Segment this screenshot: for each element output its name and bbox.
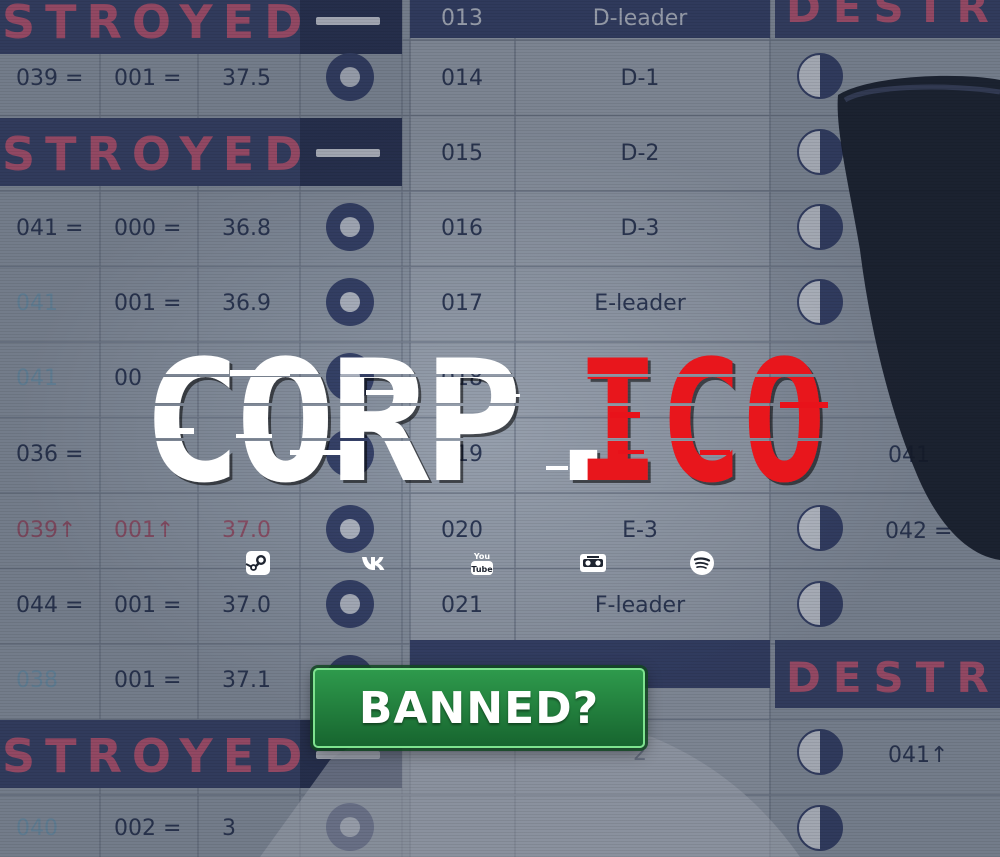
left-cell: 036 =: [16, 442, 83, 467]
mid-cell: E-3: [622, 518, 658, 543]
left-cell: 37.0: [222, 593, 271, 618]
banner-cap: [300, 0, 402, 54]
banner-text: DESTR: [786, 653, 1000, 702]
ring-hole: [340, 594, 360, 614]
steam-link[interactable]: [241, 546, 275, 580]
left-cell: 001 =: [114, 66, 181, 91]
left-cell: 041 =: [16, 216, 83, 241]
mid-cell: D-leader: [593, 6, 689, 31]
left-cell: 37.0: [222, 518, 271, 543]
ring-hole: [340, 67, 360, 87]
mid-cell: 015: [441, 141, 483, 166]
spotify-icon: [690, 551, 714, 575]
mid-cell: D-1: [621, 66, 660, 91]
left-cell: 00: [114, 366, 142, 391]
mid-cell: D-2: [621, 141, 660, 166]
ring-hole: [340, 292, 360, 312]
mid-cell: 020: [441, 518, 483, 543]
banner-text: STROYED: [2, 0, 312, 49]
left-cell: 044 =: [16, 593, 83, 618]
svg-text:You: You: [473, 552, 491, 561]
svg-text:Tube: Tube: [471, 565, 493, 574]
ring-hole: [340, 217, 360, 237]
banner-dash: [316, 149, 380, 157]
right-cell: 041↑: [888, 743, 948, 768]
right-cell: 042 =: [885, 519, 952, 544]
left-cell: 041: [16, 366, 58, 391]
youtube-icon: You Tube: [471, 552, 493, 575]
left-cell: 001 =: [114, 593, 181, 618]
banner-dash: [316, 17, 380, 25]
mid-cell: 017: [441, 291, 483, 316]
banner-text: DESTR: [786, 0, 1000, 32]
cassette-icon: [580, 554, 606, 572]
left-cell: 041: [16, 291, 58, 316]
left-cell: 37.5: [222, 66, 271, 91]
vk-link[interactable]: [357, 546, 391, 580]
left-cell: 001 =: [114, 668, 181, 693]
left-cell: 001↑: [114, 518, 174, 543]
mid-cell: 014: [441, 66, 483, 91]
left-cell: 001 =: [114, 291, 181, 316]
mid-cell: 016: [441, 216, 483, 241]
left-cell: 36.9: [222, 291, 271, 316]
boosty-link[interactable]: [576, 546, 610, 580]
ring-hole: [340, 519, 360, 539]
social-links: You Tube: [0, 546, 1000, 582]
mid-cell: D-3: [621, 216, 660, 241]
mid-cell: E-leader: [594, 291, 686, 316]
banned-button[interactable]: BANNED?: [313, 668, 645, 748]
left-cell: 3: [222, 816, 236, 841]
spotify-link[interactable]: [685, 546, 719, 580]
left-cell: 038: [16, 668, 58, 693]
left-cell: 039↑: [16, 518, 76, 543]
left-cell: 37.1: [222, 668, 271, 693]
mid-cell: F-leader: [595, 593, 686, 618]
left-cell: 040: [16, 816, 58, 841]
banner-text: STROYED: [2, 729, 312, 783]
brand-logo: CORP . ICO: [142, 330, 828, 500]
left-cell: 000 =: [114, 216, 181, 241]
vk-icon: [362, 557, 385, 570]
left-cell: 36.8: [222, 216, 271, 241]
mid-cell: 013: [441, 6, 483, 31]
youtube-link[interactable]: You Tube: [465, 546, 499, 580]
banner-text: STROYED: [2, 127, 312, 181]
left-cell: 039 =: [16, 66, 83, 91]
left-cell: 002 =: [114, 816, 181, 841]
steam-icon: [245, 551, 270, 575]
mid-cell: 021: [441, 593, 483, 618]
